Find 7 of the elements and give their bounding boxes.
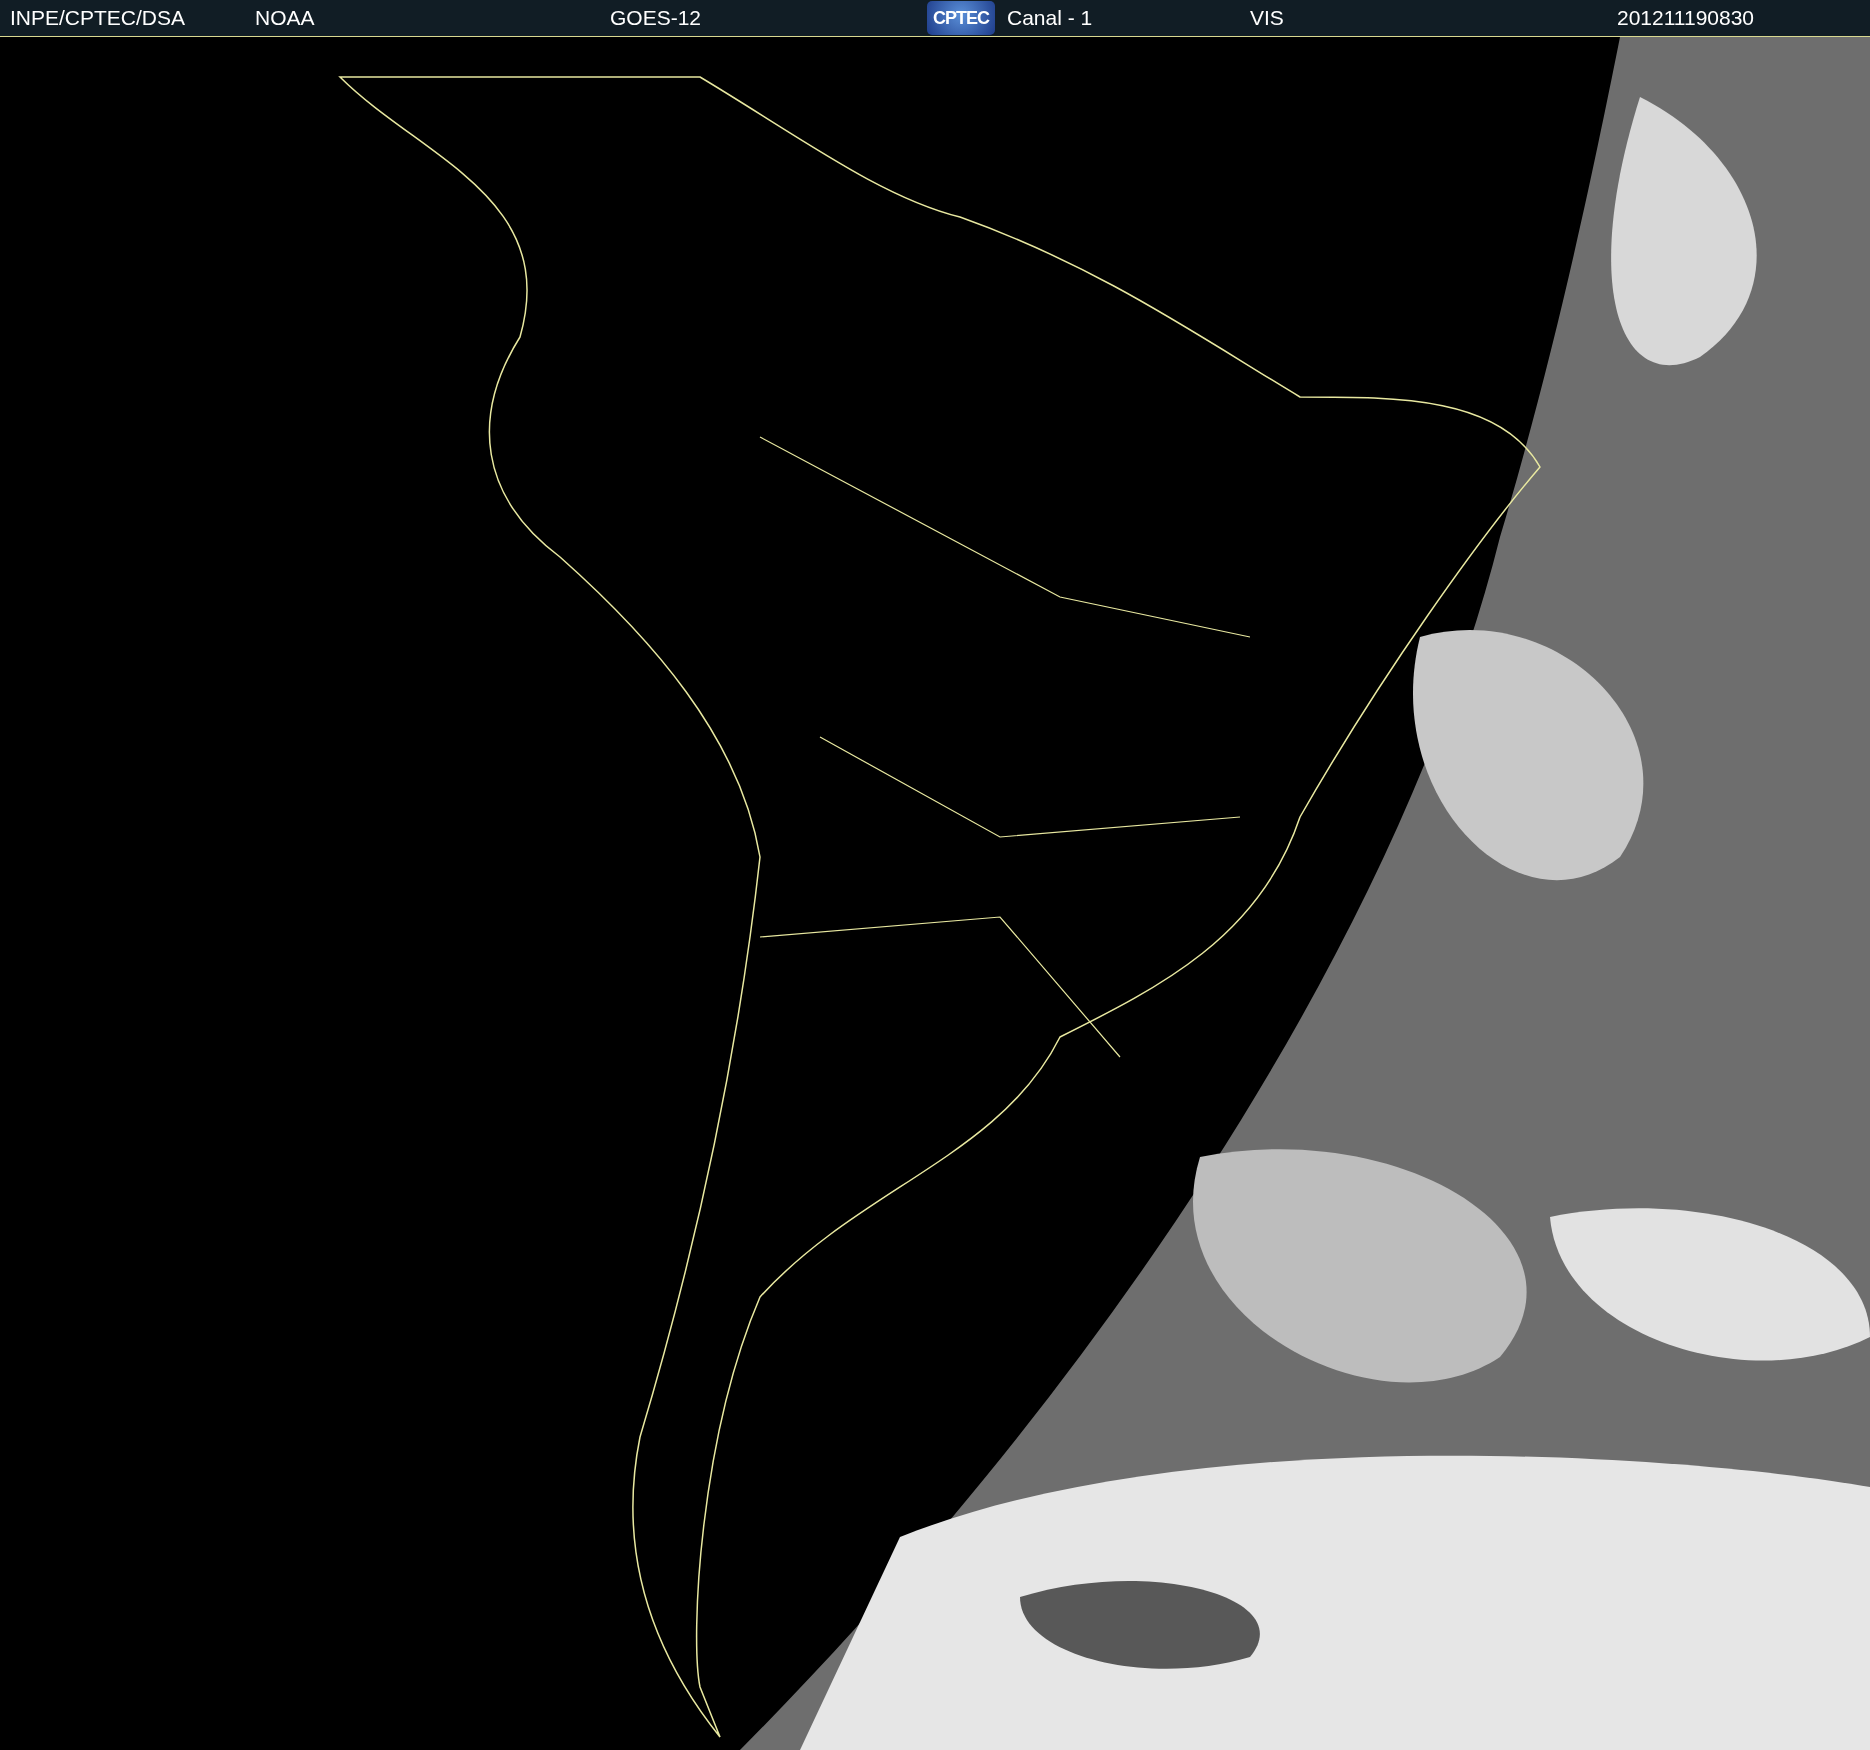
header-label: VIS	[1250, 6, 1284, 29]
header-label: NOAA	[255, 6, 315, 29]
header-label: 201211190830	[1617, 6, 1755, 29]
logo: CPTEC	[927, 1, 995, 35]
header-label: INPE/CPTEC/DSA	[10, 6, 186, 29]
header-label: Canal - 1	[1007, 6, 1093, 29]
header-label: GOES-12	[610, 6, 702, 29]
